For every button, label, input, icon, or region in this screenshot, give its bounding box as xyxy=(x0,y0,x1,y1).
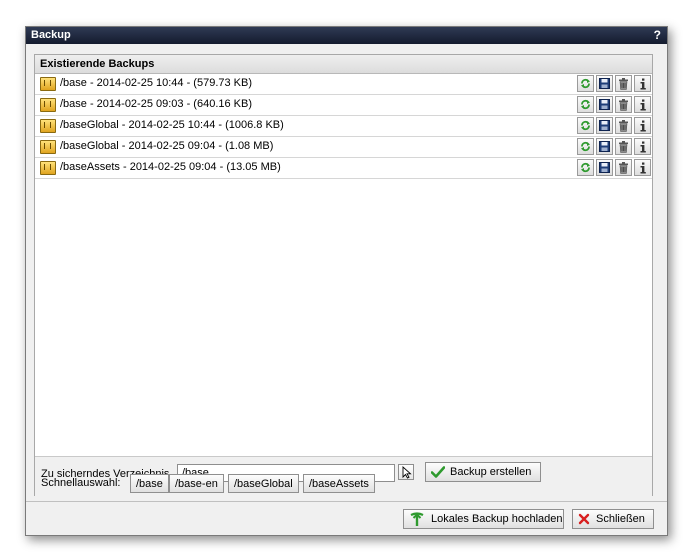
restore-icon[interactable] xyxy=(577,75,594,92)
row-actions xyxy=(577,138,651,156)
backup-row[interactable]: /baseGlobal - 2014-02-25 09:04 - (1.08 M… xyxy=(35,137,652,158)
archive-file-icon xyxy=(40,98,56,112)
restore-icon[interactable] xyxy=(577,138,594,155)
quick-option-baseglobal[interactable]: /baseGlobal xyxy=(228,474,299,493)
backup-list: /base - 2014-02-25 10:44 - (579.73 KB) /… xyxy=(35,74,652,456)
info-icon[interactable] xyxy=(634,159,651,176)
quick-option-base-en[interactable]: /base-en xyxy=(169,474,224,493)
save-icon[interactable] xyxy=(596,159,613,176)
dialog-title: Backup xyxy=(31,29,71,41)
close-button[interactable]: Schließen xyxy=(572,509,654,529)
archive-file-icon xyxy=(40,140,56,154)
save-icon[interactable] xyxy=(596,75,613,92)
backup-row[interactable]: /base - 2014-02-25 09:03 - (640.16 KB) xyxy=(35,95,652,116)
info-icon[interactable] xyxy=(634,138,651,155)
row-actions xyxy=(577,75,651,93)
backup-dialog: Backup ? Existierende Backups /base - 20… xyxy=(25,26,668,536)
quick-select: Schnellauswahl: /base /base-en /baseGlob… xyxy=(41,474,641,494)
backup-label: /baseGlobal - 2014-02-25 10:44 - (1006.8… xyxy=(60,119,284,131)
delete-icon[interactable] xyxy=(615,138,632,155)
backup-label: /baseAssets - 2014-02-25 09:04 - (13.05 … xyxy=(60,161,281,173)
archive-file-icon xyxy=(40,77,56,91)
restore-icon[interactable] xyxy=(577,159,594,176)
backup-label: /base - 2014-02-25 10:44 - (579.73 KB) xyxy=(60,77,253,89)
panel-header: Existierende Backups xyxy=(35,55,652,74)
quick-select-label: Schnellauswahl: xyxy=(41,477,121,489)
title-bar[interactable]: Backup ? xyxy=(26,27,667,44)
backup-row[interactable]: /baseAssets - 2014-02-25 09:04 - (13.05 … xyxy=(35,158,652,179)
restore-icon[interactable] xyxy=(577,96,594,113)
restore-icon[interactable] xyxy=(577,117,594,134)
delete-icon[interactable] xyxy=(615,117,632,134)
quick-option-baseassets[interactable]: /baseAssets xyxy=(303,474,375,493)
upload-local-backup-label: Lokales Backup hochladen xyxy=(431,513,563,525)
archive-file-icon xyxy=(40,161,56,175)
save-icon[interactable] xyxy=(596,138,613,155)
archive-file-icon xyxy=(40,119,56,133)
delete-icon[interactable] xyxy=(615,159,632,176)
help-icon[interactable]: ? xyxy=(654,27,661,44)
backup-row[interactable]: /baseGlobal - 2014-02-25 10:44 - (1006.8… xyxy=(35,116,652,137)
row-actions xyxy=(577,159,651,177)
quick-option-base[interactable]: /base xyxy=(130,474,169,493)
close-icon xyxy=(578,513,590,525)
close-label: Schließen xyxy=(596,513,645,525)
info-icon[interactable] xyxy=(634,75,651,92)
delete-icon[interactable] xyxy=(615,96,632,113)
backup-label: /baseGlobal - 2014-02-25 09:04 - (1.08 M… xyxy=(60,140,274,152)
backup-label: /base - 2014-02-25 09:03 - (640.16 KB) xyxy=(60,98,253,110)
info-icon[interactable] xyxy=(634,96,651,113)
save-icon[interactable] xyxy=(596,117,613,134)
upload-local-backup-button[interactable]: Lokales Backup hochladen xyxy=(403,509,564,529)
backups-panel: Existierende Backups /base - 2014-02-25 … xyxy=(34,54,653,496)
upload-icon xyxy=(410,511,424,526)
backup-row[interactable]: /base - 2014-02-25 10:44 - (579.73 KB) xyxy=(35,74,652,95)
info-icon[interactable] xyxy=(634,117,651,134)
save-icon[interactable] xyxy=(596,96,613,113)
row-actions xyxy=(577,96,651,114)
delete-icon[interactable] xyxy=(615,75,632,92)
footer-divider xyxy=(26,501,667,502)
row-actions xyxy=(577,117,651,135)
